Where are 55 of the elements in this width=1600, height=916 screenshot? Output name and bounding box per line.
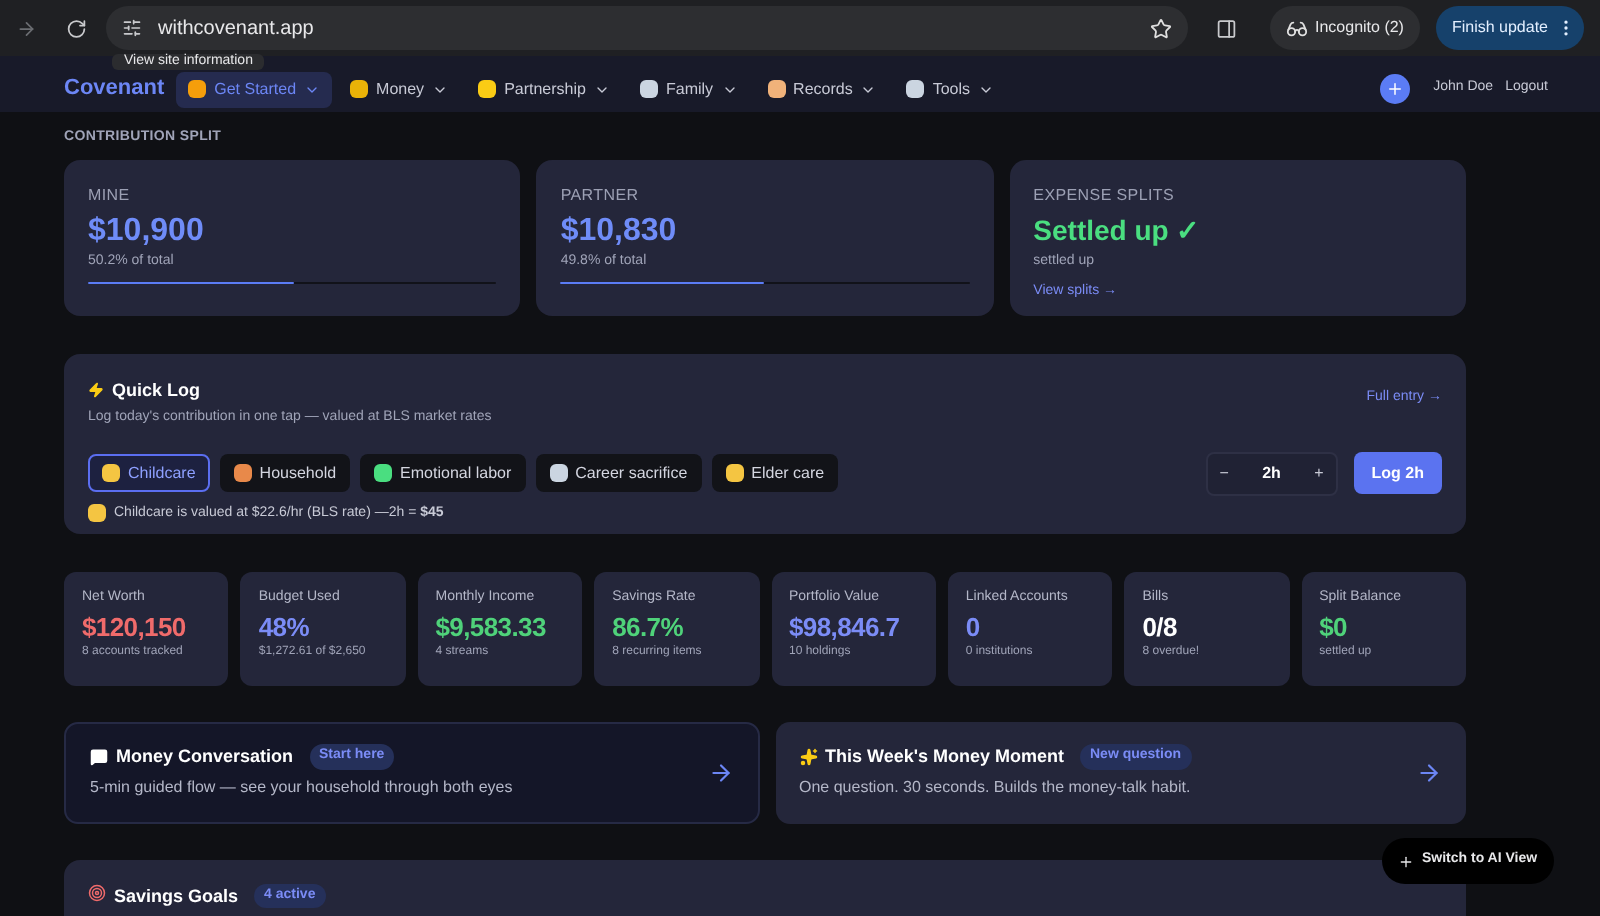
site-info-icon[interactable] (122, 18, 142, 38)
stat-value: 48% (258, 612, 311, 645)
category-chip[interactable]: Household (219, 454, 351, 492)
card-label: MINE (88, 183, 132, 207)
finish-update-button[interactable]: Finish update (1435, 6, 1584, 50)
savings-goals-title: Savings Goals (114, 883, 239, 910)
card-label: PARTNER (560, 183, 641, 207)
address-bar[interactable]: withcovenant.app (106, 6, 1188, 50)
incognito-icon (1285, 17, 1307, 39)
prompt-text: 5-min guided flow — see your household through both eyes (90, 776, 515, 801)
card-value: $10,830 (560, 211, 679, 251)
category-chip[interactable]: Career sacrifice (535, 454, 702, 492)
hours-value: 2h (1262, 461, 1281, 485)
nav-menu[interactable]: Partnership (466, 71, 622, 107)
nav-menu[interactable]: Records (755, 71, 889, 107)
url-text: withcovenant.app (158, 15, 316, 43)
category-chip[interactable]: Elder care (711, 454, 839, 492)
card-value: $10,900 (88, 211, 206, 251)
speech-bubble-icon (90, 748, 108, 766)
bookmark-star-icon[interactable] (1150, 17, 1172, 39)
quick-log-title: Quick Log (112, 377, 201, 404)
log-button[interactable]: Log 2h (1353, 452, 1442, 494)
prompt-text: One question. 30 seconds. Builds the money-talk habit. (799, 776, 1193, 801)
prompt-title: This Week's Money Moment (825, 743, 1064, 770)
stat-value: 86.7% (612, 612, 685, 645)
nav-menu[interactable]: Family (627, 71, 750, 107)
lightning-icon (88, 382, 104, 399)
stat-value: 0 (965, 612, 982, 645)
stat-value: 0/8 (1142, 612, 1179, 645)
plus-icon (1385, 80, 1404, 98)
stat-value: $9,583.33 (435, 612, 548, 645)
incognito-label: Incognito (2) (1315, 16, 1404, 40)
stat-value: $0 (1319, 612, 1349, 645)
card-value: Settled up ✓ (1033, 213, 1203, 248)
prompt-title: Money Conversation (116, 743, 294, 770)
nav-menu[interactable]: Tools (894, 71, 1007, 107)
stat-value: $98,846.7 (789, 612, 902, 645)
logo[interactable]: Covenant (64, 72, 165, 106)
arrow-icon (707, 759, 733, 785)
reload-icon[interactable] (65, 17, 86, 39)
increase-button[interactable]: + (1314, 461, 1324, 485)
sparkles-icon (799, 748, 817, 766)
target-icon (88, 883, 106, 901)
add-button[interactable] (1379, 74, 1410, 104)
forward-icon[interactable] (16, 17, 37, 39)
category-chip[interactable]: Childcare (88, 454, 210, 492)
decrease-button[interactable]: − (1219, 461, 1229, 485)
incognito-chip[interactable]: Incognito (2) (1269, 6, 1420, 50)
arrow-icon (1416, 759, 1442, 785)
category-chip[interactable]: Emotional labor (360, 454, 526, 492)
sidebar-icon[interactable] (1216, 17, 1237, 39)
card-label: EXPENSE SPLITS (1033, 183, 1177, 207)
nav-menu[interactable]: Money (338, 71, 461, 107)
nav-menu[interactable]: Get Started (176, 71, 333, 107)
stat-value: $120,150 (82, 612, 188, 645)
